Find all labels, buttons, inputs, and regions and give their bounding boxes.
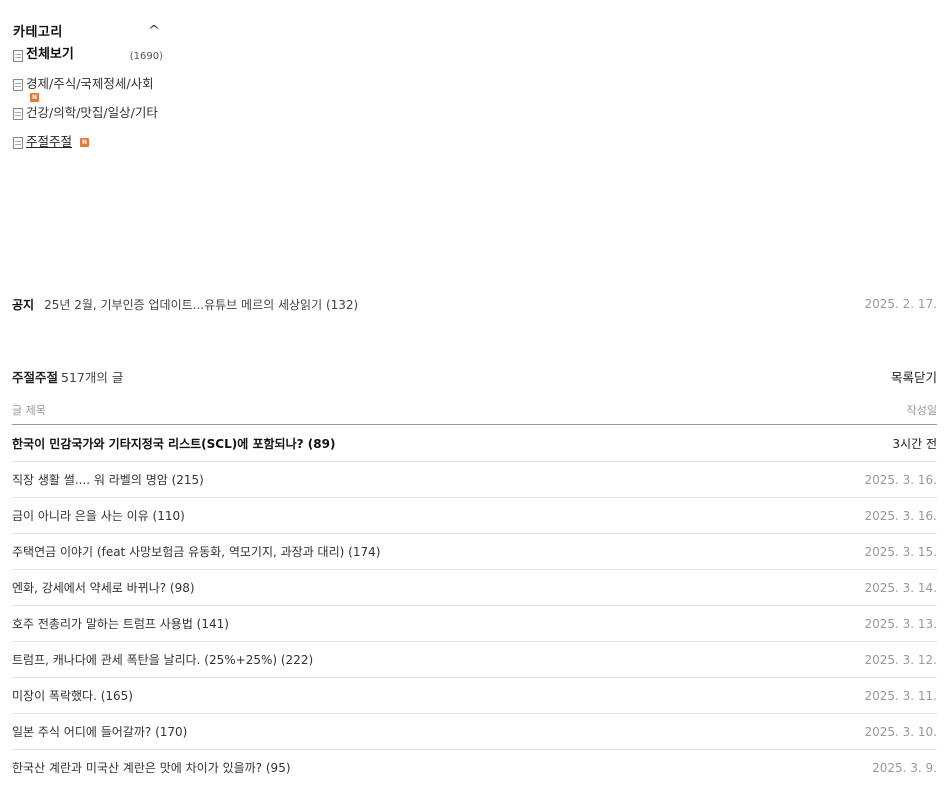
post-title-link[interactable]: 트럼프, 캐나다에 관세 폭탄을 날리다. (25%+25%) (222) — [12, 651, 313, 668]
post-date: 2025. 3. 14. — [864, 580, 937, 595]
post-date: 2025. 3. 11. — [864, 688, 937, 703]
new-badge: N — [80, 138, 90, 147]
post-title-link[interactable]: 미장이 폭락했다. (165) — [12, 687, 133, 704]
post-count: 517개의 글 — [61, 370, 124, 385]
category-item-ramblings[interactable]: 주절주절 N — [13, 135, 163, 149]
caret-up-icon[interactable]: ^ — [148, 23, 160, 37]
category-label[interactable]: 경제/주식/국제정세/사회 — [26, 77, 163, 91]
column-header: 글 제목 작성일 — [12, 401, 937, 425]
post-row[interactable]: 호주 전총리가 말하는 트럼프 사용법 (141) 2025. 3. 13. — [12, 606, 937, 642]
document-icon — [13, 108, 23, 120]
category-label[interactable]: 건강/의학/맛집/일상/기타 — [26, 106, 163, 120]
category-panel: 카테고리 ^ 전체보기 (1690) 경제/주식/국제정세/사회 N 건강/의학… — [13, 20, 163, 164]
category-list: 전체보기 (1690) 경제/주식/국제정세/사회 N 건강/의학/맛집/일상/… — [13, 48, 163, 149]
post-date: 2025. 3. 13. — [864, 616, 937, 631]
post-date: 2025. 3. 10. — [864, 724, 937, 739]
post-title-link[interactable]: 한국이 민감국가와 기타지정국 리스트(SCL)에 포함되나? (89) — [12, 435, 335, 452]
post-row[interactable]: 한국산 계란과 미국산 계란은 맛에 차이가 있을까? (95) 2025. 3… — [12, 750, 937, 785]
post-row[interactable]: 금이 아니라 은을 사는 이유 (110) 2025. 3. 16. — [12, 498, 937, 534]
notice-row[interactable]: 공지 25년 2월, 기부인증 업데이트...유튜브 메르의 세상읽기 (132… — [12, 296, 937, 312]
close-list-button[interactable]: 목록닫기 — [891, 367, 937, 386]
notice-date: 2025. 2. 17. — [864, 297, 937, 311]
post-title-link[interactable]: 일본 주식 어디에 들어갈까? (170) — [12, 723, 187, 740]
category-item-health[interactable]: 건강/의학/맛집/일상/기타 — [13, 106, 163, 120]
post-date: 2025. 3. 15. — [864, 544, 937, 559]
category-label[interactable]: 전체보기 — [26, 48, 124, 62]
column-date-header: 작성일 — [906, 403, 937, 417]
category-item-all[interactable]: 전체보기 (1690) — [13, 48, 163, 64]
post-row[interactable]: 주택연금 이야기 (feat 사망보험금 유동화, 역모기지, 과장과 대리) … — [12, 534, 937, 570]
board-title: 주절주절 517개의 글 — [12, 367, 123, 386]
post-row[interactable]: 미장이 폭락했다. (165) 2025. 3. 11. — [12, 678, 937, 714]
board-name: 주절주절 — [12, 370, 59, 385]
post-date: 2025. 3. 16. — [864, 508, 937, 523]
document-icon — [13, 79, 23, 91]
notice-title-link[interactable]: 25년 2월, 기부인증 업데이트...유튜브 메르의 세상읽기 (132) — [44, 296, 864, 313]
new-badge: N — [30, 93, 39, 102]
post-row[interactable]: 트럼프, 캐나다에 관세 폭탄을 날리다. (25%+25%) (222) 20… — [12, 642, 937, 678]
post-row[interactable]: 한국이 민감국가와 기타지정국 리스트(SCL)에 포함되나? (89) 3시간… — [12, 426, 937, 462]
post-row[interactable]: 엔화, 강세에서 약세로 바뀌나? (98) 2025. 3. 14. — [12, 570, 937, 606]
post-list-header: 주절주절 517개의 글 목록닫기 — [12, 367, 937, 386]
column-title-header: 글 제목 — [12, 403, 46, 417]
post-date: 2025. 3. 9. — [872, 760, 937, 775]
category-label[interactable]: 주절주절 — [26, 135, 72, 149]
category-header: 카테고리 ^ — [13, 20, 163, 40]
post-date: 3시간 전 — [892, 437, 937, 451]
post-title-link[interactable]: 금이 아니라 은을 사는 이유 (110) — [12, 507, 185, 524]
post-title-link[interactable]: 주택연금 이야기 (feat 사망보험금 유동화, 역모기지, 과장과 대리) … — [12, 543, 380, 560]
document-icon — [13, 137, 23, 149]
category-title: 카테고리 — [13, 24, 63, 40]
post-title-link[interactable]: 호주 전총리가 말하는 트럼프 사용법 (141) — [12, 615, 229, 632]
document-icon — [13, 50, 23, 62]
post-list: 한국이 민감국가와 기타지정국 리스트(SCL)에 포함되나? (89) 3시간… — [12, 426, 937, 785]
notice-label: 공지 — [12, 297, 35, 312]
post-row[interactable]: 일본 주식 어디에 들어갈까? (170) 2025. 3. 10. — [12, 714, 937, 750]
post-title-link[interactable]: 한국산 계란과 미국산 계란은 맛에 차이가 있을까? (95) — [12, 759, 291, 776]
post-title-link[interactable]: 엔화, 강세에서 약세로 바뀌나? (98) — [12, 579, 195, 596]
post-row[interactable]: 직장 생활 썰.... 워 라벨의 명암 (215) 2025. 3. 16. — [12, 462, 937, 498]
post-date: 2025. 3. 16. — [864, 472, 937, 487]
category-count: (1690) — [129, 51, 163, 62]
post-title-link[interactable]: 직장 생활 썰.... 워 라벨의 명암 (215) — [12, 471, 204, 488]
post-date: 2025. 3. 12. — [864, 652, 937, 667]
category-item-economy[interactable]: 경제/주식/국제정세/사회 N — [13, 77, 163, 102]
